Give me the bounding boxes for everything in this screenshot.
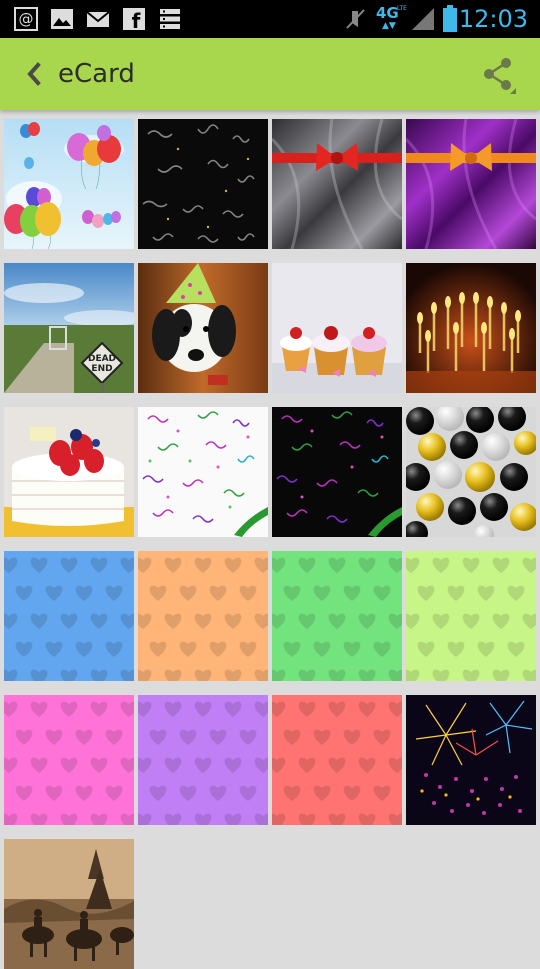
- ecard-tile-sepia-old-photo[interactable]: [4, 839, 134, 969]
- app-bar: eCard: [0, 38, 540, 110]
- signal-icon: [412, 8, 434, 30]
- dead-end-sign-line1: DEAD: [88, 354, 116, 364]
- ecard-tile-dead-end-sign[interactable]: DEAD END: [4, 263, 134, 393]
- ecard-tile-black-gold-balloons[interactable]: [406, 407, 536, 537]
- network-type: 4G: [376, 4, 399, 22]
- svg-text:@: @: [19, 10, 34, 28]
- data-arrows: ▲▼: [382, 21, 396, 31]
- ecard-tile-strawberry-cake[interactable]: [4, 407, 134, 537]
- gallery-icon: [51, 9, 73, 29]
- status-bar: @ f 4G LTE ▲▼ 12:03: [0, 0, 540, 38]
- ecard-tile-dog-party-hat[interactable]: [138, 263, 268, 393]
- dead-end-sign-line2: END: [91, 364, 112, 374]
- ecard-tile-coral-pattern[interactable]: [272, 695, 402, 825]
- ecard-tile-green-pattern[interactable]: [272, 551, 402, 681]
- ecard-tile-silver-satin-red-bow[interactable]: [272, 119, 402, 249]
- ecard-tile-black-streamers[interactable]: [138, 119, 268, 249]
- chevron-left-icon[interactable]: [16, 56, 52, 92]
- ecard-tile-blue-pattern[interactable]: [4, 551, 134, 681]
- ecard-tile-fireworks[interactable]: [406, 695, 536, 825]
- ecard-tile-cupcakes[interactable]: [272, 263, 402, 393]
- ecard-tile-purple-satin-orange-bow[interactable]: [406, 119, 536, 249]
- ecard-tile-white-confetti[interactable]: [138, 407, 268, 537]
- list-icon: [160, 9, 180, 29]
- ecard-tile-lime-pattern[interactable]: [406, 551, 536, 681]
- ecard-tile-orange-pattern[interactable]: [138, 551, 268, 681]
- facebook-icon: f: [123, 8, 145, 31]
- mute-icon: [346, 9, 365, 29]
- ecard-tile-black-confetti[interactable]: [272, 407, 402, 537]
- page-title: eCard: [58, 59, 135, 89]
- ecard-tile-candles[interactable]: [406, 263, 536, 393]
- network-sub: LTE: [397, 5, 407, 12]
- network-indicator: 4G LTE ▲▼: [376, 4, 410, 34]
- ecard-tile-violet-pattern[interactable]: [138, 695, 268, 825]
- clock: 12:03: [458, 5, 528, 33]
- mail-icon: [86, 11, 110, 27]
- share-icon[interactable]: [478, 54, 518, 94]
- ecard-tile-pink-pattern[interactable]: [4, 695, 134, 825]
- svg-text:f: f: [132, 9, 141, 31]
- battery-icon: [443, 5, 457, 32]
- at-sign-icon: @: [14, 7, 38, 31]
- ecard-tile-balloons[interactable]: [4, 119, 134, 249]
